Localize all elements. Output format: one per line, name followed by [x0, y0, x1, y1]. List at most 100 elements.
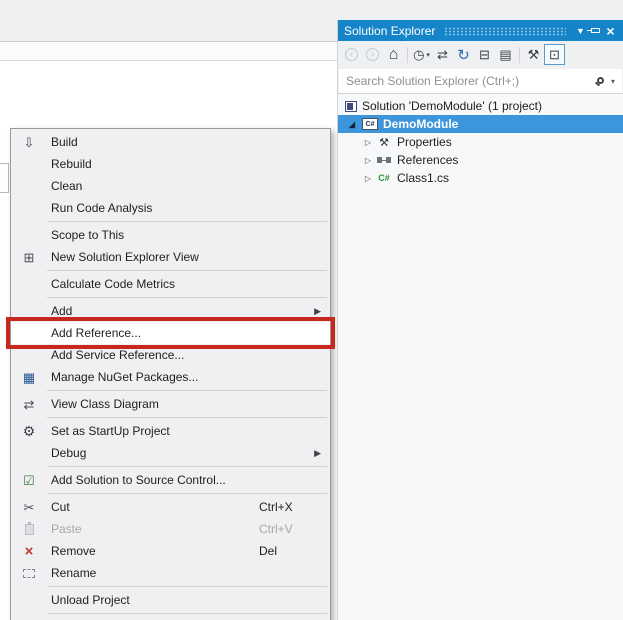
tree-row-label: References — [397, 153, 459, 167]
expander-expanded-icon[interactable]: ◢ — [346, 120, 358, 129]
solution-explorer-titlebar[interactable]: Solution Explorer ▼ × — [338, 20, 623, 41]
menu-item-label: Run Code Analysis — [51, 201, 153, 215]
back-button[interactable]: ‹ — [341, 44, 362, 65]
menu-item-clean[interactable]: Clean — [11, 175, 330, 197]
home-button[interactable]: ⌂ — [383, 44, 404, 65]
project-context-menu: ⇩ Build Rebuild Clean Run Code Analysis … — [6, 128, 335, 620]
menu-item-label: Add Solution to Source Control... — [51, 473, 226, 487]
pending-changes-filter-button[interactable]: ◷ ▾ — [411, 44, 432, 65]
chevron-down-icon: ▾ — [426, 51, 430, 59]
menu-item-label: Add Service Reference... — [51, 348, 185, 362]
tree-row-references[interactable]: ▷ References — [338, 151, 623, 169]
menu-separator — [47, 613, 327, 614]
menu-item-rebuild[interactable]: Rebuild — [11, 153, 330, 175]
refresh-button[interactable]: ↻ — [453, 44, 474, 65]
close-icon[interactable]: × — [603, 23, 618, 39]
references-icon — [377, 157, 392, 163]
menu-item-new-solution-explorer-view[interactable]: ⊞ New Solution Explorer View — [11, 246, 330, 268]
tree-row-label: Class1.cs — [397, 171, 450, 185]
forward-button[interactable]: › — [362, 44, 383, 65]
menu-item-add[interactable]: Add ▶ — [11, 300, 330, 322]
menu-item-label: Scope to This — [51, 228, 125, 242]
menu-item-manage-nuget-packages[interactable]: ▦ Manage NuGet Packages... — [11, 366, 330, 388]
new-solution-explorer-view-icon: ⊞ — [23, 249, 35, 265]
solution-explorer-panel: Solution Explorer ▼ × ‹ › ⌂ ◷ ▾ ⇄ ↻ ⊟ ▤ ⚒… — [337, 20, 623, 620]
menu-item-add-reference[interactable]: Add Reference... — [6, 317, 335, 349]
menu-item-set-as-startup-project[interactable]: ⚙ Set as StartUp Project — [11, 420, 330, 442]
back-icon: ‹ — [345, 48, 358, 61]
search-input[interactable] — [346, 74, 591, 88]
wrench-icon: ⚒ — [527, 46, 540, 62]
menu-item-open-folder-in-file-explorer[interactable]: ↪ Open Folder in File Explorer — [11, 616, 330, 620]
shortcut-label: Del — [259, 544, 278, 558]
solution-icon — [345, 100, 357, 112]
preview-selected-items-icon: ⊡ — [549, 46, 560, 62]
rename-icon — [15, 568, 43, 578]
menu-item-label: Build — [51, 135, 78, 149]
menu-item-label: Add — [51, 304, 73, 318]
refresh-icon: ↻ — [457, 46, 470, 64]
auto-hide-pin-icon[interactable] — [587, 23, 603, 39]
menu-separator — [47, 297, 327, 298]
menu-item-run-code-analysis[interactable]: Run Code Analysis — [11, 197, 330, 219]
preview-selected-items-toggle[interactable]: ⊡ — [544, 44, 565, 65]
search-box[interactable]: ▾ — [339, 69, 622, 93]
tree-row-label: DemoModule — [383, 117, 459, 131]
visual-studio-screenshot: ⇩ Build Rebuild Clean Run Code Analysis … — [0, 0, 623, 620]
collapse-all-button[interactable]: ⊟ — [474, 44, 495, 65]
solution-tree: Solution 'DemoModule' (1 project) ◢ C# D… — [338, 94, 623, 187]
menu-item-calculate-code-metrics[interactable]: Calculate Code Metrics — [11, 273, 330, 295]
menu-item-scope-to-this[interactable]: Scope to This — [11, 224, 330, 246]
toolbar-separator — [407, 46, 408, 63]
properties-button[interactable]: ⚒ — [523, 44, 544, 65]
menu-item-remove[interactable]: × Remove Del — [11, 540, 330, 562]
menu-item-label: Debug — [51, 446, 87, 460]
menu-item-cut[interactable]: ✂ Cut Ctrl+X — [11, 496, 330, 518]
window-position-dropdown-icon[interactable]: ▼ — [573, 23, 588, 39]
menu-item-label: Cut — [51, 500, 70, 514]
expander-collapsed-icon[interactable]: ▷ — [362, 138, 374, 147]
titlebar-grip-texture — [444, 26, 566, 36]
expander-collapsed-icon[interactable]: ▷ — [362, 156, 374, 165]
menu-item-unload-project[interactable]: Unload Project — [11, 589, 330, 611]
solution-explorer-toolbar: ‹ › ⌂ ◷ ▾ ⇄ ↻ ⊟ ▤ ⚒ ⊡ — [338, 41, 623, 68]
properties-wrench-icon: ⚒ — [379, 136, 389, 149]
paste-icon — [15, 521, 43, 535]
tree-row-properties[interactable]: ▷ ⚒ Properties — [338, 133, 623, 151]
tree-row-label: Properties — [397, 135, 452, 149]
menu-item-debug[interactable]: Debug ▶ — [11, 442, 330, 464]
shortcut-label: Ctrl+V — [259, 522, 293, 536]
search-icon[interactable] — [596, 76, 604, 84]
show-all-files-button[interactable]: ▤ — [495, 44, 516, 65]
remove-icon: × — [24, 542, 34, 560]
menu-item-paste[interactable]: Paste Ctrl+V — [11, 518, 330, 540]
csharp-project-icon: C# — [362, 118, 378, 130]
menu-item-label: Manage NuGet Packages... — [51, 370, 199, 384]
class-diagram-icon: ⇄ — [23, 396, 35, 412]
menu-item-add-service-reference[interactable]: Add Service Reference... — [11, 344, 330, 366]
menu-item-view-class-diagram[interactable]: ⇄ View Class Diagram — [11, 393, 330, 415]
show-all-files-icon: ▤ — [499, 46, 512, 62]
build-icon: ⇩ — [23, 134, 35, 150]
menu-item-label: Paste — [51, 522, 82, 536]
submenu-arrow-icon: ▶ — [314, 447, 321, 458]
menu-item-label: Rename — [51, 566, 97, 580]
search-row: ▾ — [338, 68, 623, 94]
tree-row-label: Solution 'DemoModule' (1 project) — [362, 99, 542, 113]
search-options-caret-icon[interactable]: ▾ — [611, 77, 615, 86]
menu-item-build[interactable]: ⇩ Build — [11, 131, 330, 153]
menu-item-add-solution-to-source-control[interactable]: ☑ Add Solution to Source Control... — [11, 469, 330, 491]
expander-collapsed-icon[interactable]: ▷ — [362, 174, 374, 183]
tree-row-solution[interactable]: Solution 'DemoModule' (1 project) — [338, 97, 623, 115]
sync-with-active-document-button[interactable]: ⇄ — [432, 44, 453, 65]
menu-item-rename[interactable]: Rename — [11, 562, 330, 584]
home-icon: ⌂ — [388, 45, 399, 63]
toolbar-separator — [519, 46, 520, 63]
shortcut-label: Ctrl+X — [259, 500, 293, 514]
menu-separator — [47, 417, 327, 418]
nuget-icon: ▦ — [22, 369, 36, 385]
tree-row-demomodule[interactable]: ◢ C# DemoModule — [338, 115, 623, 133]
csharp-file-icon: C# — [378, 173, 390, 183]
menu-item-label: Add Reference... — [51, 326, 142, 340]
tree-row-class1[interactable]: ▷ C# Class1.cs — [338, 169, 623, 187]
